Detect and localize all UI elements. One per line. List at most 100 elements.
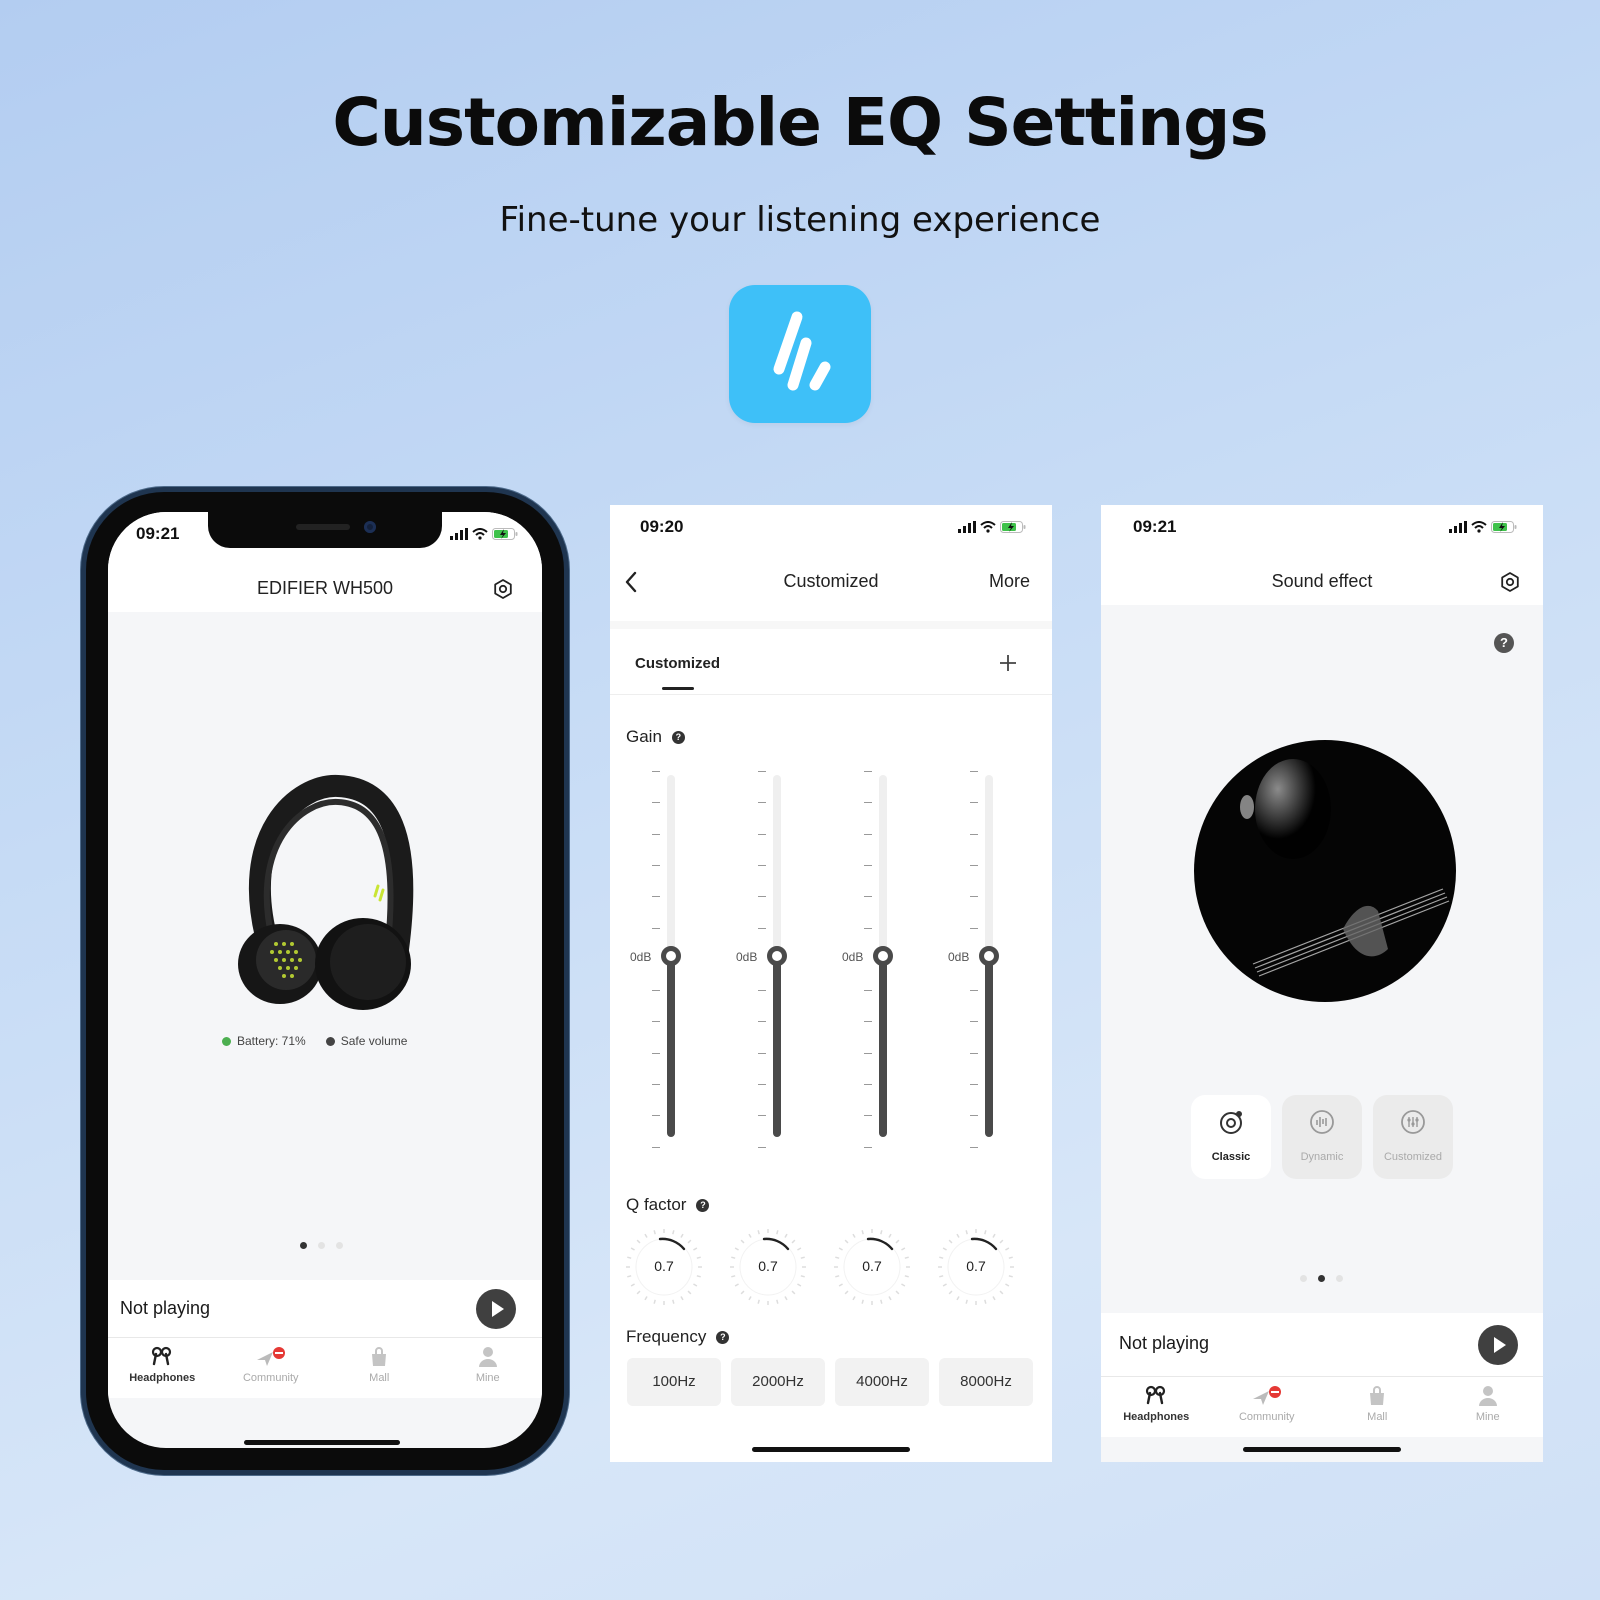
slider-tick bbox=[864, 1146, 872, 1148]
settings-icon[interactable] bbox=[492, 578, 514, 600]
slider-tick bbox=[758, 1146, 766, 1148]
slider-tick bbox=[758, 896, 766, 898]
slider-track-upper bbox=[667, 775, 675, 954]
headphones-image bbox=[238, 774, 414, 1010]
gain-sliders: 0dB 0dB 0dB 0dB bbox=[610, 767, 1052, 1148]
home-indicator bbox=[752, 1447, 910, 1452]
slider-tick bbox=[652, 927, 660, 929]
tab-label: Mall bbox=[1367, 1411, 1388, 1423]
q-factor-knob[interactable]: 0.7 bbox=[728, 1227, 808, 1307]
slider-tick bbox=[970, 1146, 978, 1148]
slider-thumb[interactable] bbox=[767, 946, 787, 966]
tab-customized[interactable]: Customized bbox=[635, 655, 720, 672]
knob-indicator bbox=[658, 1237, 686, 1251]
slider-tick bbox=[864, 896, 872, 898]
pager-dot[interactable] bbox=[1336, 1275, 1343, 1282]
gain-slider[interactable]: 0dB bbox=[842, 767, 902, 1148]
gain-slider[interactable]: 0dB bbox=[630, 767, 690, 1148]
pager-dot[interactable] bbox=[300, 1242, 307, 1249]
frequency-button[interactable]: 2000Hz bbox=[731, 1358, 825, 1406]
volume-up-button bbox=[80, 718, 85, 788]
slider-tick bbox=[758, 1052, 766, 1054]
tab-bar: Headphones Community Mall Mine bbox=[108, 1338, 542, 1398]
slider-tick bbox=[652, 771, 660, 772]
pager-dot[interactable] bbox=[318, 1242, 325, 1249]
shopping-bag-icon bbox=[1370, 1386, 1385, 1405]
help-icon[interactable]: ? bbox=[1494, 633, 1514, 653]
slider-tick bbox=[758, 927, 766, 929]
slider-tick bbox=[970, 864, 978, 866]
tab-headphones[interactable]: Headphones bbox=[108, 1338, 217, 1398]
now-playing-bar[interactable]: Not playing bbox=[108, 1280, 542, 1338]
now-playing-bar[interactable]: Not playing bbox=[1101, 1313, 1543, 1377]
slider-tick bbox=[652, 833, 660, 835]
q-factor-knob[interactable]: 0.7 bbox=[624, 1227, 704, 1307]
slider-track-upper bbox=[985, 775, 993, 954]
sound-presets: Classic Dynamic Customized bbox=[1191, 1095, 1455, 1179]
frequency-button[interactable]: 8000Hz bbox=[939, 1358, 1033, 1406]
wifi-icon bbox=[1471, 521, 1487, 533]
slider-tick bbox=[652, 802, 660, 804]
preset-customized[interactable]: Customized bbox=[1373, 1095, 1453, 1179]
settings-icon[interactable] bbox=[1499, 571, 1521, 593]
preset-tabs: Customized bbox=[610, 629, 1052, 695]
pager-dot[interactable] bbox=[336, 1242, 343, 1249]
screen-title: Sound effect bbox=[1271, 571, 1373, 591]
frequency-button[interactable]: 100Hz bbox=[627, 1358, 721, 1406]
pager-dots bbox=[1300, 1275, 1343, 1282]
q-factor-knob[interactable]: 0.7 bbox=[936, 1227, 1016, 1307]
earbuds-icon bbox=[152, 1346, 172, 1366]
q-factor-knobs: 0.7 0.7 0.7 0.7 bbox=[610, 1227, 1052, 1311]
person-icon bbox=[478, 1347, 497, 1367]
gain-slider[interactable]: 0dB bbox=[948, 767, 1008, 1148]
preset-dynamic[interactable]: Dynamic bbox=[1282, 1095, 1362, 1179]
screen-title: Customized bbox=[783, 571, 879, 591]
gain-slider[interactable]: 0dB bbox=[736, 767, 796, 1148]
knob-indicator bbox=[762, 1237, 790, 1251]
slider-thumb[interactable] bbox=[661, 946, 681, 966]
music-disc-icon bbox=[1220, 1111, 1242, 1134]
pager-dot[interactable] bbox=[1300, 1275, 1307, 1282]
edifier-app-icon bbox=[729, 285, 871, 423]
q-factor-value: 0.7 bbox=[758, 1258, 778, 1274]
plus-icon[interactable] bbox=[998, 653, 1018, 673]
q-factor-knob[interactable]: 0.7 bbox=[832, 1227, 912, 1307]
phone1-screen: 09:21 EDIFIER WH500 Battery: 71% Safe vo… bbox=[108, 512, 542, 1448]
status-bar: 09:21 bbox=[1101, 505, 1543, 557]
play-button[interactable] bbox=[476, 1289, 516, 1329]
slider-tick bbox=[758, 1021, 766, 1023]
q-factor-label: Q factor ? bbox=[626, 1195, 710, 1215]
status-time: 09:21 bbox=[1133, 517, 1177, 536]
tab-mine[interactable]: Mine bbox=[1433, 1377, 1544, 1437]
status-icons bbox=[450, 528, 518, 540]
help-icon[interactable]: ? bbox=[696, 1198, 710, 1212]
tab-community[interactable]: Community bbox=[1212, 1377, 1323, 1437]
now-playing-text: Not playing bbox=[1119, 1333, 1210, 1353]
preset-label: Dynamic bbox=[1300, 1151, 1344, 1163]
more-button[interactable]: More bbox=[989, 571, 1030, 592]
slider-thumb[interactable] bbox=[979, 946, 999, 966]
slider-tick bbox=[970, 1052, 978, 1054]
status-bar: 09:20 bbox=[610, 505, 1052, 557]
frequency-button[interactable]: 4000Hz bbox=[835, 1358, 929, 1406]
battery-charging-icon bbox=[1000, 521, 1026, 533]
slider-tick bbox=[970, 802, 978, 804]
preset-classic[interactable]: Classic bbox=[1191, 1095, 1271, 1179]
tab-headphones[interactable]: Headphones bbox=[1101, 1377, 1212, 1437]
tab-community[interactable]: Community bbox=[217, 1338, 326, 1398]
play-button[interactable] bbox=[1478, 1325, 1518, 1365]
shopping-bag-icon bbox=[372, 1347, 387, 1366]
tab-mall[interactable]: Mall bbox=[325, 1338, 434, 1398]
slider-thumb[interactable] bbox=[873, 946, 893, 966]
tab-mine[interactable]: Mine bbox=[434, 1338, 543, 1398]
slider-track-fill bbox=[879, 956, 887, 1137]
tab-mall[interactable]: Mall bbox=[1322, 1377, 1433, 1437]
help-icon[interactable]: ? bbox=[671, 730, 685, 744]
nav-bar: Customized More bbox=[610, 557, 1052, 605]
home-indicator bbox=[1243, 1447, 1401, 1452]
slider-tick bbox=[652, 864, 660, 866]
help-icon[interactable]: ? bbox=[716, 1330, 730, 1344]
signal-icon bbox=[958, 521, 976, 533]
pager-dot[interactable] bbox=[1318, 1275, 1325, 1282]
signal-icon bbox=[450, 528, 468, 540]
